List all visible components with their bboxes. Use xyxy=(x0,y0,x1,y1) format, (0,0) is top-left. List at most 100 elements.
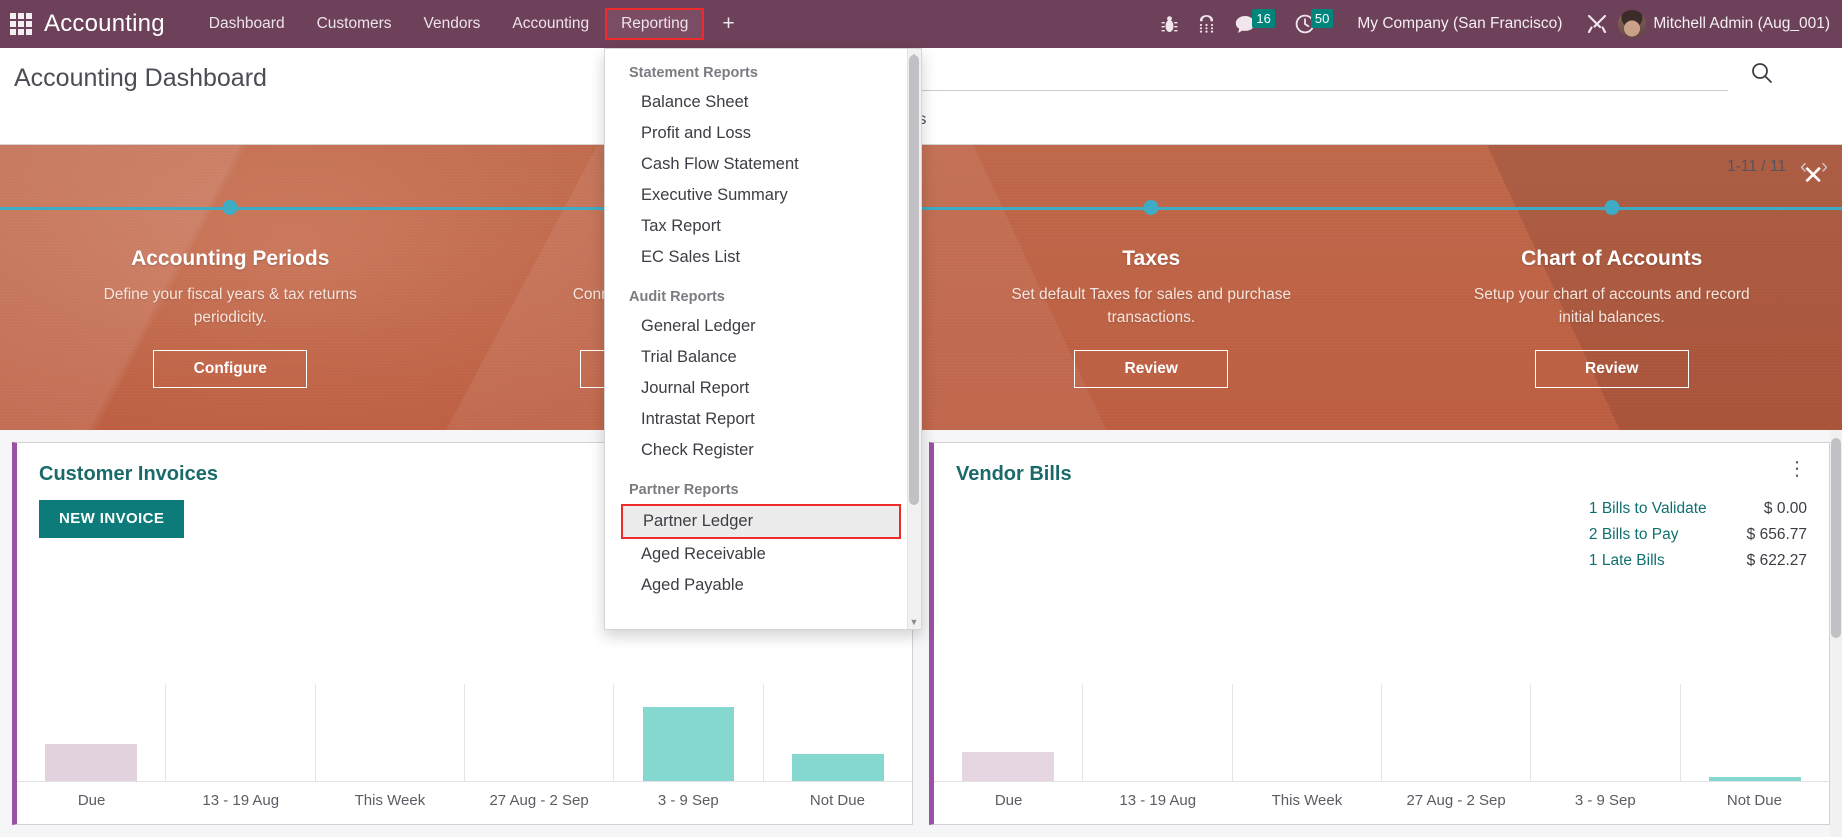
menu-item-cash-flow-statement[interactable]: Cash Flow Statement xyxy=(605,149,907,180)
chart-x-tick: Not Due xyxy=(809,792,865,809)
chart-x-labels: Due 13 - 19 Aug This Week 27 Aug - 2 Sep… xyxy=(17,782,912,824)
chart-x-tick: 13 - 19 Aug xyxy=(202,792,280,809)
dropdown-group-partner-reports: Partner Reports xyxy=(629,482,739,498)
pager-prev-icon[interactable]: ‹ xyxy=(1800,156,1807,177)
reporting-dropdown-list: Statement Reports Balance Sheet Profit a… xyxy=(605,49,907,629)
messages-counter[interactable]: 16 xyxy=(1235,8,1275,34)
dropdown-scrollbar-thumb[interactable] xyxy=(909,55,919,505)
nav-item-reporting[interactable]: Reporting xyxy=(605,8,705,40)
amount-late-bills: $ 622.27 xyxy=(1746,552,1807,569)
add-menu-button[interactable]: + xyxy=(704,12,752,36)
user-menu[interactable]: Mitchell Admin (Aug_001) xyxy=(1653,15,1830,33)
search-icon[interactable] xyxy=(1750,61,1774,90)
chart-column xyxy=(934,684,1082,781)
menu-item-aged-receivable[interactable]: Aged Receivable xyxy=(605,539,907,570)
activities-count-badge: 50 xyxy=(1310,8,1334,28)
review-taxes-button[interactable]: Review xyxy=(1074,349,1229,388)
menu-item-executive-summary[interactable]: Executive Summary xyxy=(605,180,907,211)
apps-grid-icon[interactable] xyxy=(10,13,32,35)
step-dot-icon xyxy=(1604,200,1620,215)
step-description: Set default Taxes for sales and purchase… xyxy=(1011,286,1292,327)
configure-button[interactable]: Configure xyxy=(153,349,308,388)
stat-late-bills[interactable]: 1 Late Bills xyxy=(1589,552,1707,570)
reporting-dropdown: Statement Reports Balance Sheet Profit a… xyxy=(604,48,922,630)
avatar[interactable] xyxy=(1618,10,1647,38)
onboarding-step-taxes: Taxes Set default Taxes for sales and pu… xyxy=(921,144,1382,430)
step-title: Taxes xyxy=(1122,247,1181,270)
chart-column xyxy=(1380,684,1530,781)
scroll-down-arrow-icon[interactable]: ▼ xyxy=(908,616,920,628)
phone-dialpad-icon[interactable] xyxy=(1198,14,1215,34)
chart-column xyxy=(17,684,165,781)
chart-x-tick: Not Due xyxy=(1726,792,1782,809)
card-title[interactable]: Vendor Bills xyxy=(956,463,1072,486)
chart-bar xyxy=(791,753,884,781)
step-description: Define your fiscal years & tax returns p… xyxy=(103,286,357,327)
nav-item-customers[interactable]: Customers xyxy=(301,9,408,39)
pager-next-icon[interactable]: › xyxy=(1821,156,1828,177)
nav-item-dashboard[interactable]: Dashboard xyxy=(193,9,301,39)
menu-item-ec-sales-list[interactable]: EC Sales List xyxy=(605,242,907,273)
step-title: Accounting Periods xyxy=(131,247,330,270)
chart-column xyxy=(1530,684,1679,781)
chart-column xyxy=(762,684,912,781)
chart-column xyxy=(1679,684,1829,781)
nav-item-vendors[interactable]: Vendors xyxy=(408,9,497,39)
chart-column xyxy=(1082,684,1231,781)
company-selector[interactable]: My Company (San Francisco) xyxy=(1357,15,1562,33)
menu-item-balance-sheet[interactable]: Balance Sheet xyxy=(605,87,907,118)
chart-x-tick: 27 Aug - 2 Sep xyxy=(489,792,589,809)
chart-x-labels: Due 13 - 19 Aug This Week 27 Aug - 2 Sep… xyxy=(934,782,1829,824)
chart-x-tick: Due xyxy=(77,792,106,809)
step-description: Setup your chart of accounts and record … xyxy=(1473,286,1750,327)
menu-item-partner-ledger[interactable]: Partner Ledger xyxy=(621,504,901,539)
chart-bar xyxy=(45,744,138,781)
chart-x-tick: Due xyxy=(994,792,1023,809)
nav-item-accounting[interactable]: Accounting xyxy=(496,9,605,39)
activities-counter[interactable]: 50 xyxy=(1295,8,1334,34)
card-stats: 1 Bills to Validate 2 Bills to Pay 1 Lat… xyxy=(1589,500,1807,570)
chart-column xyxy=(165,684,314,781)
review-chart-of-accounts-button[interactable]: Review xyxy=(1534,349,1689,388)
menu-item-aged-payable[interactable]: Aged Payable xyxy=(605,570,907,601)
top-navbar: Accounting Dashboard Customers Vendors A… xyxy=(0,0,1842,48)
stat-labels: 1 Bills to Validate 2 Bills to Pay 1 Lat… xyxy=(1589,500,1707,570)
chart-x-tick: 3 - 9 Sep xyxy=(657,792,719,809)
bug-icon[interactable] xyxy=(1161,15,1178,34)
chart-column xyxy=(463,684,613,781)
menu-item-tax-report[interactable]: Tax Report xyxy=(605,211,907,242)
chart-column xyxy=(613,684,762,781)
menu-item-check-register[interactable]: Check Register xyxy=(605,435,907,466)
page-scrollbar-thumb[interactable] xyxy=(1831,438,1841,638)
dropdown-group-statement-reports: Statement Reports xyxy=(629,65,758,81)
chart-bar xyxy=(642,707,735,781)
stat-bills-to-pay[interactable]: 2 Bills to Pay xyxy=(1589,526,1707,544)
dropdown-scrollbar[interactable]: ▲ ▼ xyxy=(907,49,921,629)
page-scrollbar[interactable] xyxy=(1830,430,1842,837)
search-box xyxy=(820,57,1772,91)
chart-x-tick: This Week xyxy=(354,792,426,809)
chart-x-tick: 27 Aug - 2 Sep xyxy=(1406,792,1506,809)
chart-column xyxy=(314,684,464,781)
chart-bar xyxy=(962,751,1055,781)
pager-count: 1-11 / 11 xyxy=(1727,157,1786,175)
dropdown-group-audit-reports: Audit Reports xyxy=(629,289,725,305)
menu-item-journal-report[interactable]: Journal Report xyxy=(605,373,907,404)
chart-plot xyxy=(17,684,912,782)
menu-item-general-ledger[interactable]: General Ledger xyxy=(605,311,907,342)
stat-bills-to-validate[interactable]: 1 Bills to Validate xyxy=(1589,500,1707,518)
app-brand-accounting[interactable]: Accounting xyxy=(44,10,165,38)
menu-item-trial-balance[interactable]: Trial Balance xyxy=(605,342,907,373)
kebab-menu-icon[interactable]: ⋮ xyxy=(1787,459,1807,479)
chart-x-tick: 3 - 9 Sep xyxy=(1574,792,1636,809)
step-dot-icon xyxy=(1143,200,1159,215)
menu-item-profit-and-loss[interactable]: Profit and Loss xyxy=(605,118,907,149)
search-input[interactable] xyxy=(820,57,1728,83)
chart-customer-invoices: Due 13 - 19 Aug This Week 27 Aug - 2 Sep… xyxy=(17,684,912,824)
menu-item-intrastat-report[interactable]: Intrastat Report xyxy=(605,404,907,435)
card-title[interactable]: Customer Invoices xyxy=(39,463,218,486)
new-invoice-button[interactable]: NEW INVOICE xyxy=(39,500,185,538)
amount-bills-to-validate: $ 0.00 xyxy=(1763,500,1807,517)
card-body: 1 Bills to Validate 2 Bills to Pay 1 Lat… xyxy=(934,486,1829,570)
wrench-screwdriver-icon[interactable] xyxy=(1586,13,1608,35)
